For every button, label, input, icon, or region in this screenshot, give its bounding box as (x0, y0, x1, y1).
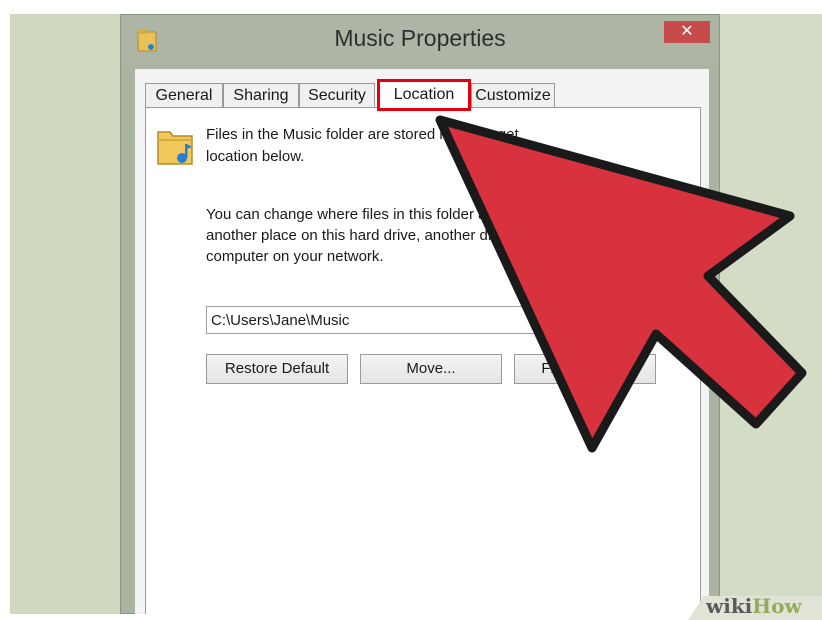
move-button[interactable]: Move... (360, 354, 502, 384)
location-path-field[interactable] (206, 306, 656, 334)
instructions-line-3: computer on your network. (206, 248, 384, 265)
dialog-body: General Sharing Security Location Custom… (135, 69, 709, 614)
watermark-text: wikiHow (706, 594, 802, 618)
description-line-2: location below. (206, 148, 305, 165)
instructions-line-1: You can change where files in this folde… (206, 206, 563, 223)
location-description: Files in the Music folder are stored in … (206, 124, 666, 168)
watermark-how: How (752, 594, 802, 618)
location-tab-panel: Files in the Music folder are stored in … (145, 107, 701, 614)
watermark-wiki: wiki (706, 594, 753, 618)
find-target-button[interactable]: Find Target... (514, 354, 656, 384)
instructions-line-2: another place on this hard drive, anothe… (206, 227, 589, 244)
close-button[interactable]: ✕ (664, 21, 710, 43)
background: Music Properties ✕ General Sharing Secur… (10, 14, 822, 614)
close-icon: ✕ (680, 23, 694, 40)
window-title: Music Properties (334, 25, 506, 51)
wikihow-watermark: wikiHow (688, 590, 822, 620)
tab-customize[interactable]: Customize (471, 83, 555, 109)
tab-location[interactable]: Location (377, 79, 471, 111)
restore-default-button[interactable]: Restore Default (206, 354, 348, 384)
properties-dialog: Music Properties ✕ General Sharing Secur… (120, 14, 720, 614)
tab-security[interactable]: Security (299, 83, 375, 109)
tab-sharing[interactable]: Sharing (223, 83, 299, 109)
background-stripe (10, 14, 120, 614)
folder-music-icon (157, 131, 193, 165)
change-instructions: You can change where files in this folde… (206, 204, 666, 267)
tab-general[interactable]: General (145, 83, 223, 109)
title-bar[interactable]: Music Properties ✕ (121, 15, 719, 65)
description-line-1: Files in the Music folder are stored in … (206, 126, 519, 143)
